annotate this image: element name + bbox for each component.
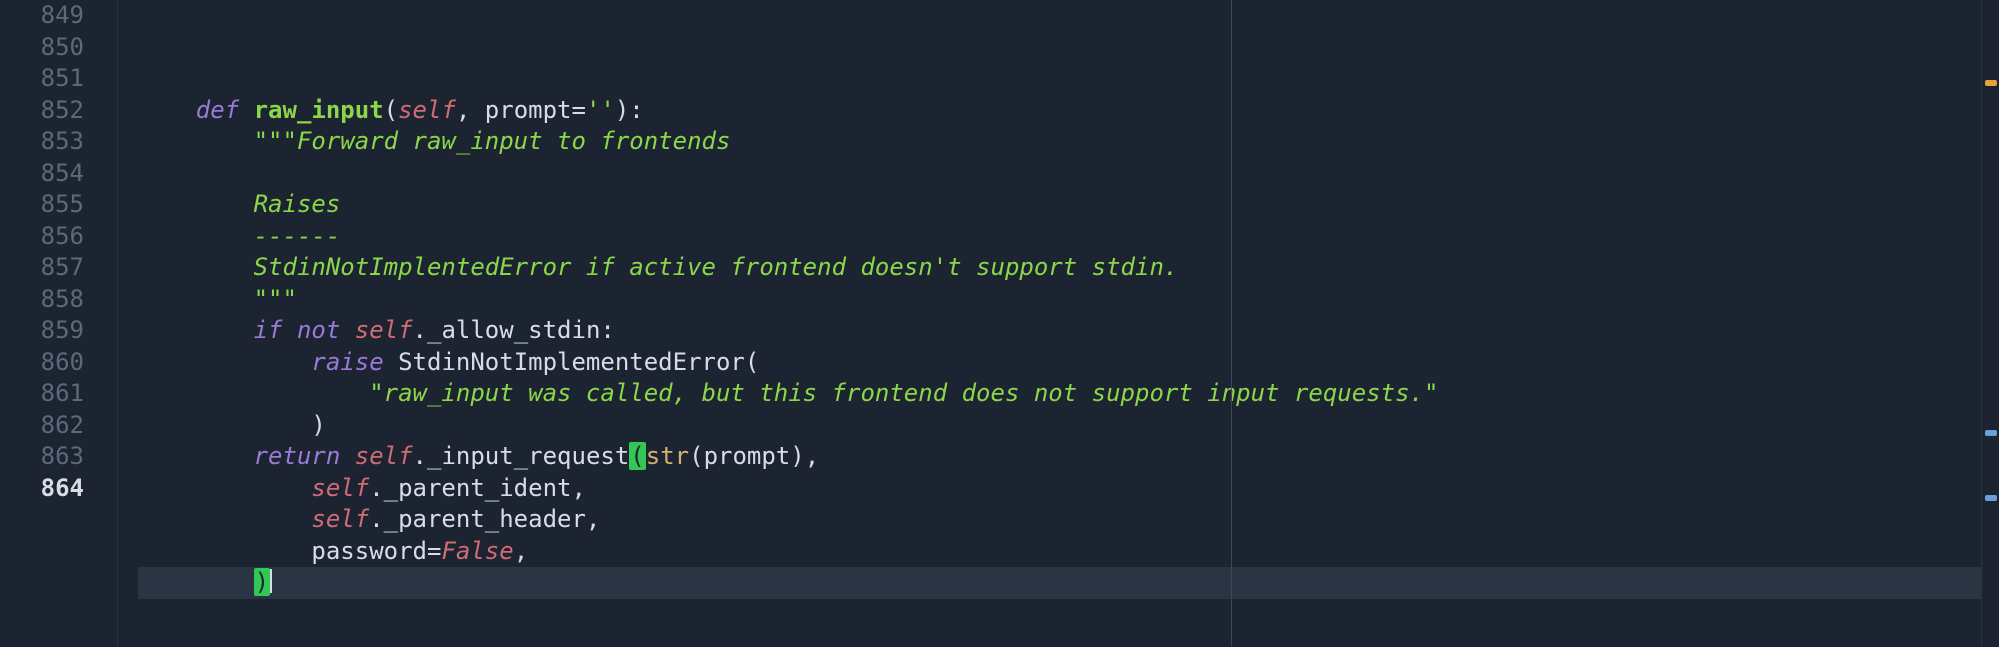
token-whitespace xyxy=(138,442,254,470)
token-whitespace xyxy=(138,474,311,502)
token-whitespace xyxy=(138,127,254,155)
token-whitespace xyxy=(138,348,311,376)
code-line[interactable]: if not self._allow_stdin: xyxy=(138,315,1981,347)
code-line[interactable]: self._parent_ident, xyxy=(138,473,1981,505)
line-number: 852 xyxy=(0,95,84,127)
code-editor[interactable]: 8498508518528538548558568578588598608618… xyxy=(0,0,1999,647)
token-kwflow: if xyxy=(254,316,297,344)
code-area[interactable]: def raw_input(self, prompt=''): """Forwa… xyxy=(118,0,1981,647)
token-kwflow: not xyxy=(297,316,355,344)
code-line[interactable]: password=False, xyxy=(138,536,1981,568)
token-attr: ._allow_stdin: xyxy=(413,316,615,344)
token-punc: ( xyxy=(689,442,703,470)
line-number: 863 xyxy=(0,441,84,473)
line-number: 860 xyxy=(0,347,84,379)
code-line[interactable]: Raises xyxy=(138,189,1981,221)
token-punc: ( xyxy=(745,348,759,376)
token-whitespace xyxy=(138,222,254,250)
token-str: "raw_input was called, but this frontend… xyxy=(369,379,1438,407)
scrollbar-info-marker[interactable] xyxy=(1985,430,1997,436)
token-whitespace xyxy=(138,568,254,596)
token-type: StdinNotImplementedError xyxy=(398,348,745,376)
token-def: raw_input xyxy=(254,96,384,124)
line-number: 849 xyxy=(0,0,84,32)
token-kwflow: raise xyxy=(311,348,398,376)
code-line[interactable]: ) xyxy=(138,567,1981,599)
token-self: self xyxy=(355,442,413,470)
token-punc: ( xyxy=(384,96,398,124)
code-line[interactable]: return self._input_request(str(prompt), xyxy=(138,441,1981,473)
token-cursor-bar xyxy=(270,569,272,593)
scrollbar-warning-marker[interactable] xyxy=(1985,80,1997,86)
token-punc: ), xyxy=(790,442,819,470)
token-whitespace xyxy=(138,253,254,281)
token-str: StdinNotImplentedError if active fronten… xyxy=(254,253,1179,281)
token-builtin: str xyxy=(646,442,689,470)
token-punc: ) xyxy=(311,411,325,439)
token-str: """ xyxy=(254,285,297,313)
token-self: self xyxy=(355,316,413,344)
token-str: """Forward raw_input to frontends xyxy=(254,127,731,155)
code-line[interactable]: def raw_input(self, prompt=''): xyxy=(138,95,1981,127)
fold-column[interactable] xyxy=(102,0,118,647)
token-str: '' xyxy=(586,96,615,124)
token-attr: ._parent_ident, xyxy=(369,474,586,502)
token-whitespace xyxy=(138,537,311,565)
line-number: 861 xyxy=(0,378,84,410)
token-param: password xyxy=(311,537,427,565)
code-line[interactable]: """Forward raw_input to frontends xyxy=(138,126,1981,158)
code-line[interactable] xyxy=(138,158,1981,190)
token-kw: def xyxy=(196,96,254,124)
token-bracket-hl: ) xyxy=(254,568,270,596)
token-param: prompt xyxy=(485,96,572,124)
line-number-gutter: 8498508518528538548558568578588598608618… xyxy=(0,0,102,647)
token-whitespace xyxy=(138,505,311,533)
code-line[interactable]: ------ xyxy=(138,221,1981,253)
token-whitespace xyxy=(138,190,254,218)
token-whitespace xyxy=(138,316,254,344)
code-line[interactable]: "raw_input was called, but this frontend… xyxy=(138,378,1981,410)
token-attr: ._parent_header, xyxy=(369,505,600,533)
token-op: = xyxy=(427,537,441,565)
token-bracket-hl: ( xyxy=(629,442,645,470)
line-number: 858 xyxy=(0,284,84,316)
token-whitespace xyxy=(138,379,369,407)
line-number: 851 xyxy=(0,63,84,95)
line-number: 857 xyxy=(0,252,84,284)
token-whitespace xyxy=(138,285,254,313)
code-line[interactable]: """ xyxy=(138,284,1981,316)
token-whitespace xyxy=(138,96,196,124)
line-number: 859 xyxy=(0,315,84,347)
token-self: self xyxy=(311,474,369,502)
line-number: 853 xyxy=(0,126,84,158)
code-line[interactable]: raise StdinNotImplementedError( xyxy=(138,347,1981,379)
scrollbar-info-marker[interactable] xyxy=(1985,495,1997,501)
vertical-scrollbar[interactable] xyxy=(1981,0,1999,647)
token-op: = xyxy=(572,96,586,124)
token-whitespace xyxy=(138,411,311,439)
code-line[interactable]: StdinNotImplentedError if active fronten… xyxy=(138,252,1981,284)
token-param: prompt xyxy=(704,442,791,470)
token-punc: ): xyxy=(615,96,644,124)
code-line[interactable]: ) xyxy=(138,410,1981,442)
token-kwflow: return xyxy=(254,442,355,470)
line-number: 862 xyxy=(0,410,84,442)
token-str: Raises xyxy=(254,190,341,218)
line-number: 850 xyxy=(0,32,84,64)
token-punc: , xyxy=(514,537,528,565)
token-attr: ._input_request xyxy=(413,442,630,470)
line-number: 854 xyxy=(0,158,84,190)
token-str: ------ xyxy=(254,222,341,250)
token-self: self xyxy=(398,96,456,124)
token-self: self xyxy=(311,505,369,533)
line-number: 864 xyxy=(0,473,84,505)
code-line[interactable]: self._parent_header, xyxy=(138,504,1981,536)
line-number: 856 xyxy=(0,221,84,253)
token-const: False xyxy=(441,537,513,565)
line-number: 855 xyxy=(0,189,84,221)
token-punc: , xyxy=(456,96,485,124)
